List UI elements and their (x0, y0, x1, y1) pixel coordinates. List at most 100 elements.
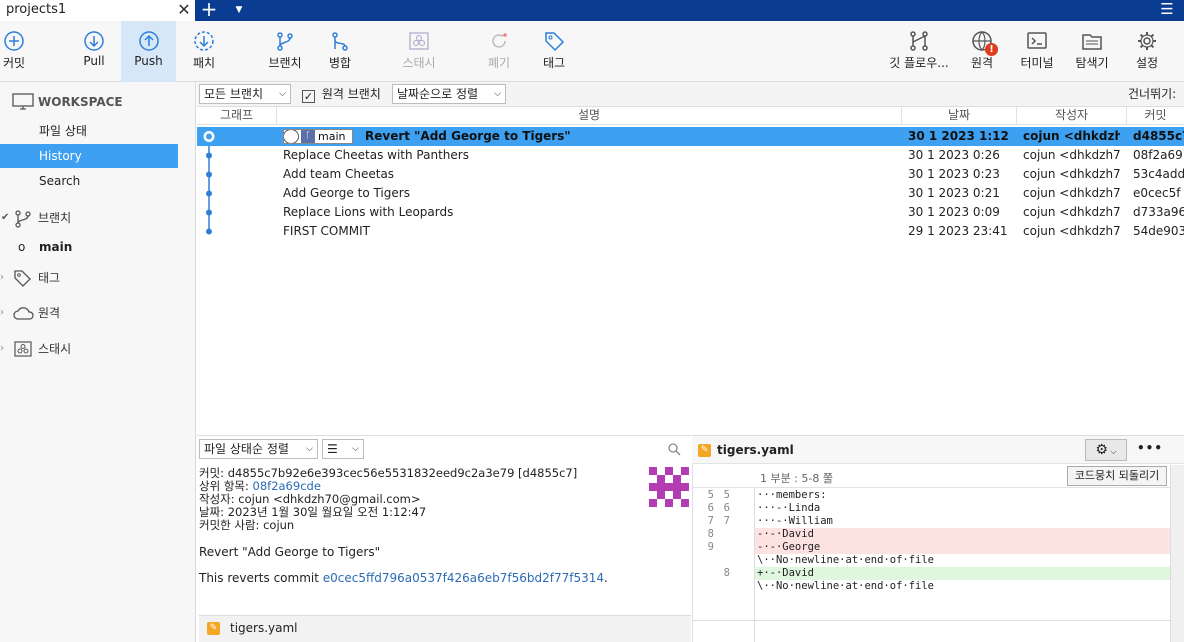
commit-button[interactable]: 커밋 (0, 21, 28, 82)
push-label: Push (134, 54, 163, 68)
branch-icon: ᚴ (301, 130, 315, 143)
fetch-button[interactable]: 패치 (186, 21, 222, 82)
commit-description: FIRST COMMIT (283, 224, 370, 238)
sidebar-section-workspace[interactable]: WORKSPACE (12, 90, 202, 114)
settings-button[interactable]: 설정 (1128, 21, 1166, 82)
commit-body-suffix: . (604, 571, 608, 585)
diff-line-text: \··No·newline·at·end·of·file (757, 554, 935, 566)
column-commit[interactable]: 커밋 (1127, 107, 1184, 125)
merge-button[interactable]: 병합 (322, 21, 358, 82)
chevron-down-icon: ⌵ (279, 89, 286, 99)
branch-icon (15, 210, 31, 228)
tag-button[interactable]: 태그 (536, 21, 572, 82)
monitor-icon (12, 93, 34, 110)
table-row[interactable]: Add George to Tigers 30 1 2023 0:21 coju… (197, 184, 1184, 203)
sidebar-item-search[interactable]: Search (0, 169, 178, 193)
tag-icon (545, 32, 565, 52)
sidebar-item-label: Search (39, 174, 81, 188)
stashes-label: 스태시 (38, 342, 72, 356)
commit-graph (206, 146, 212, 235)
push-button[interactable]: Push (121, 21, 176, 82)
table-row[interactable]: Replace Lions with Leopards 30 1 2023 0:… (197, 203, 1184, 222)
sidebar-item-file-status[interactable]: 파일 상태 (0, 119, 178, 143)
stash-button[interactable]: 스태시 (396, 21, 442, 82)
diff-line-text: \··No·newline·at·end·of·file (757, 580, 935, 592)
diff-file-name: tigers.yaml (717, 443, 794, 457)
close-tab-icon[interactable]: ✕ (176, 0, 192, 21)
view-mode-dropdown[interactable]: ☰ ⌵ (322, 439, 364, 459)
diff-line-deleted: 8 -·-·David (692, 528, 1170, 541)
commit-meta-label: 커밋: (199, 466, 225, 480)
sidebar-section-branches[interactable]: ✔ 브랜치 (0, 206, 190, 230)
remote-branches-checkbox[interactable]: ✓ 원격 브랜치 (302, 85, 381, 103)
column-author[interactable]: 작성자 (1017, 107, 1127, 125)
hunk-header: 1 부분 : 5-8 쭐 코드뭉치 되돌리기 (692, 465, 1170, 488)
column-date[interactable]: 날짜 (902, 107, 1017, 125)
tab-projects1[interactable]: projects1 (0, 0, 195, 21)
reverted-commit-link[interactable]: e0cec5ffd796a0537f426a6eb7f56bd2f77f5314 (323, 571, 604, 585)
search-icon[interactable] (668, 443, 681, 456)
tag-icon (14, 270, 31, 287)
sidebar-item-main[interactable]: o main (0, 235, 178, 259)
graph-node (206, 152, 212, 159)
branch-label-main[interactable]: ᚴ main (283, 129, 353, 144)
deleted-line-highlight (755, 528, 1170, 541)
revert-hunk-button[interactable]: 코드뭉치 되돌리기 (1067, 466, 1167, 486)
workspace-label: WORKSPACE (38, 95, 123, 109)
file-sort-value: 파일 상태순 정렬 (204, 442, 289, 456)
add-tab-icon[interactable]: + (198, 0, 220, 20)
branch-filter-dropdown[interactable]: 모든 브랜치 ⌵ (199, 84, 291, 104)
sidebar-section-remotes[interactable]: › 원격 (0, 301, 190, 325)
gitflow-button[interactable]: 깃 플로우... (884, 21, 954, 82)
diff-line: \··No·newline·at·end·of·file (692, 580, 1170, 593)
chevron-right-icon: › (0, 343, 4, 354)
table-row[interactable]: Replace Cheetas with Panthers 30 1 2023 … (197, 146, 1184, 165)
explorer-button[interactable]: 탐색기 (1070, 21, 1114, 82)
push-icon (138, 31, 159, 51)
discard-label: 폐기 (487, 56, 511, 70)
column-description[interactable]: 설명 (277, 107, 902, 125)
discard-button[interactable]: 폐기 (482, 21, 516, 82)
changed-file-name: tigers.yaml (230, 621, 298, 635)
graph-node (206, 171, 212, 178)
column-graph[interactable]: 그래프 (197, 107, 277, 125)
hamburger-menu-icon[interactable]: ☰ (1158, 0, 1176, 21)
parent-hash-link[interactable]: 08f2a69cde (253, 479, 321, 493)
commit-description: Revert "Add George to Tigers" (365, 129, 571, 143)
pull-button[interactable]: Pull (70, 21, 118, 82)
terminal-button[interactable]: 터미널 (1016, 21, 1058, 82)
sort-dropdown[interactable]: 날짜순으로 정렬 ⌵ (392, 84, 506, 104)
sidebar-item-label: History (39, 149, 82, 163)
file-sort-dropdown[interactable]: 파일 상태순 정렬 ⌵ (199, 439, 318, 459)
sidebar-item-history[interactable]: History (0, 144, 178, 168)
sidebar-section-stashes[interactable]: › 스태시 (0, 337, 190, 361)
folder-icon (1082, 34, 1102, 50)
merge-label: 병합 (328, 56, 352, 70)
table-row[interactable]: ᚴ main Revert "Add George to Tigers" 30 … (197, 127, 1184, 146)
table-row[interactable]: Add team Cheetas 30 1 2023 0:23 cojun <d… (197, 165, 1184, 184)
commit-hash: e0cec5f (1133, 186, 1181, 200)
commit-author: cojun <dhkdzh70@gmail.com> (1023, 148, 1120, 162)
fetch-icon (194, 31, 214, 51)
diff-options-button[interactable]: ⚙ ⌵ (1085, 439, 1127, 461)
changed-file-row[interactable]: ✎ tigers.yaml (199, 615, 691, 642)
sidebar-item-label: 파일 상태 (39, 124, 87, 138)
more-options-icon[interactable]: ••• (1137, 441, 1163, 455)
diff-header: ✎ tigers.yaml ⚙ ⌵ ••• (692, 436, 1184, 464)
tab-dropdown-icon[interactable]: ▼ (232, 0, 246, 21)
gear-icon (1138, 32, 1156, 50)
gitflow-label: 깃 플로우... (889, 56, 949, 70)
branch-button[interactable]: 브랜치 (263, 21, 307, 82)
tab-title: projects1 (6, 2, 67, 17)
commit-message: Revert "Add George to Tigers" (199, 545, 381, 559)
commit-date: 30 1 2023 0:21 (908, 186, 1000, 200)
gear-icon: ⚙ (1095, 442, 1108, 458)
remote-label: 원격 (970, 56, 994, 70)
commit-hash: 53c4add (1133, 167, 1184, 181)
added-line-highlight (755, 567, 1170, 580)
table-row[interactable]: FIRST COMMIT 29 1 2023 23:41 cojun <dhkd… (197, 222, 1184, 241)
commit-date: 29 1 2023 23:41 (908, 224, 1008, 238)
graph-node (203, 131, 215, 142)
sidebar-section-tags[interactable]: › 태그 (0, 266, 190, 290)
diff-scrollbar[interactable] (1170, 465, 1184, 642)
